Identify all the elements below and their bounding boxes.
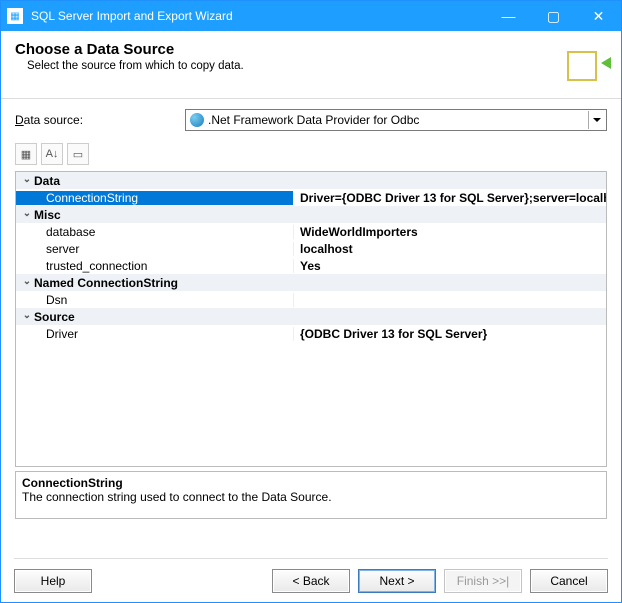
wizard-button-row: Help < Back Next > Finish >>| Cancel xyxy=(0,569,622,593)
propgrid-property-name: server xyxy=(16,242,294,256)
property-pages-button[interactable]: ▭ xyxy=(67,143,89,165)
cancel-button[interactable]: Cancel xyxy=(530,569,608,593)
propgrid-property-name: Driver xyxy=(16,327,294,341)
description-pane: ConnectionString The connection string u… xyxy=(15,471,607,519)
dropdown-arrow-icon[interactable] xyxy=(588,111,604,129)
titlebar: ▦ SQL Server Import and Export Wizard — … xyxy=(1,1,621,31)
globe-icon xyxy=(190,113,204,127)
propgrid-category[interactable]: ⌄Misc xyxy=(16,206,606,223)
datasource-label: Data source: xyxy=(15,113,185,127)
datasource-select[interactable]: .Net Framework Data Provider for Odbc xyxy=(185,109,607,131)
propgrid-row[interactable]: ConnectionStringDriver={ODBC Driver 13 f… xyxy=(16,189,606,206)
page-title: Choose a Data Source xyxy=(15,41,561,58)
close-button[interactable]: ✕ xyxy=(576,1,621,31)
next-button[interactable]: Next > xyxy=(358,569,436,593)
chevron-down-icon: ⌄ xyxy=(20,174,34,185)
propgrid-row[interactable]: Dsn xyxy=(16,291,606,308)
maximize-button[interactable]: ▢ xyxy=(531,1,576,31)
datasource-selected-text: .Net Framework Data Provider for Odbc xyxy=(208,113,588,127)
propgrid-property-name: ConnectionString xyxy=(16,191,294,205)
propgrid-category[interactable]: ⌄Data xyxy=(16,172,606,189)
chevron-down-icon: ⌄ xyxy=(20,310,34,321)
propgrid-row[interactable]: Driver{ODBC Driver 13 for SQL Server} xyxy=(16,325,606,342)
propgrid-property-value[interactable]: Driver={ODBC Driver 13 for SQL Server};s… xyxy=(294,191,606,205)
propgrid-category[interactable]: ⌄Named ConnectionString xyxy=(16,274,606,291)
minimize-button[interactable]: — xyxy=(486,1,531,31)
chevron-down-icon: ⌄ xyxy=(20,208,34,219)
chevron-down-icon: ⌄ xyxy=(20,276,34,287)
help-button[interactable]: Help xyxy=(14,569,92,593)
back-button[interactable]: < Back xyxy=(272,569,350,593)
category-label: Misc xyxy=(34,208,61,222)
propgrid-property-value[interactable]: WideWorldImporters xyxy=(294,225,606,239)
propgrid-property-name: trusted_connection xyxy=(16,259,294,273)
app-icon: ▦ xyxy=(7,8,23,24)
wizard-header: Choose a Data Source Select the source f… xyxy=(1,31,621,99)
description-text: The connection string used to connect to… xyxy=(22,490,600,504)
page-subtitle: Select the source from which to copy dat… xyxy=(27,60,561,72)
propgrid-row[interactable]: trusted_connectionYes xyxy=(16,257,606,274)
propgrid-row[interactable]: databaseWideWorldImporters xyxy=(16,223,606,240)
category-label: Data xyxy=(34,174,60,188)
category-label: Named ConnectionString xyxy=(34,276,178,290)
finish-button: Finish >>| xyxy=(444,569,522,593)
propgrid-property-name: Dsn xyxy=(16,293,294,307)
property-grid[interactable]: ⌄DataConnectionStringDriver={ODBC Driver… xyxy=(15,171,607,467)
propgrid-property-name: database xyxy=(16,225,294,239)
divider xyxy=(14,558,608,559)
propgrid-property-value[interactable]: localhost xyxy=(294,242,606,256)
datasource-row: Data source: .Net Framework Data Provide… xyxy=(1,99,621,139)
header-graphic-icon xyxy=(561,43,607,89)
description-title: ConnectionString xyxy=(22,476,600,490)
alphabetical-view-button[interactable]: A↓ xyxy=(41,143,63,165)
category-label: Source xyxy=(34,310,75,324)
propgrid-property-value[interactable]: Yes xyxy=(294,259,606,273)
window-title: SQL Server Import and Export Wizard xyxy=(31,9,486,23)
propgrid-toolbar: ▦ A↓ ▭ xyxy=(1,139,621,169)
propgrid-category[interactable]: ⌄Source xyxy=(16,308,606,325)
propgrid-row[interactable]: serverlocalhost xyxy=(16,240,606,257)
categorized-view-button[interactable]: ▦ xyxy=(15,143,37,165)
propgrid-property-value[interactable]: {ODBC Driver 13 for SQL Server} xyxy=(294,327,606,341)
